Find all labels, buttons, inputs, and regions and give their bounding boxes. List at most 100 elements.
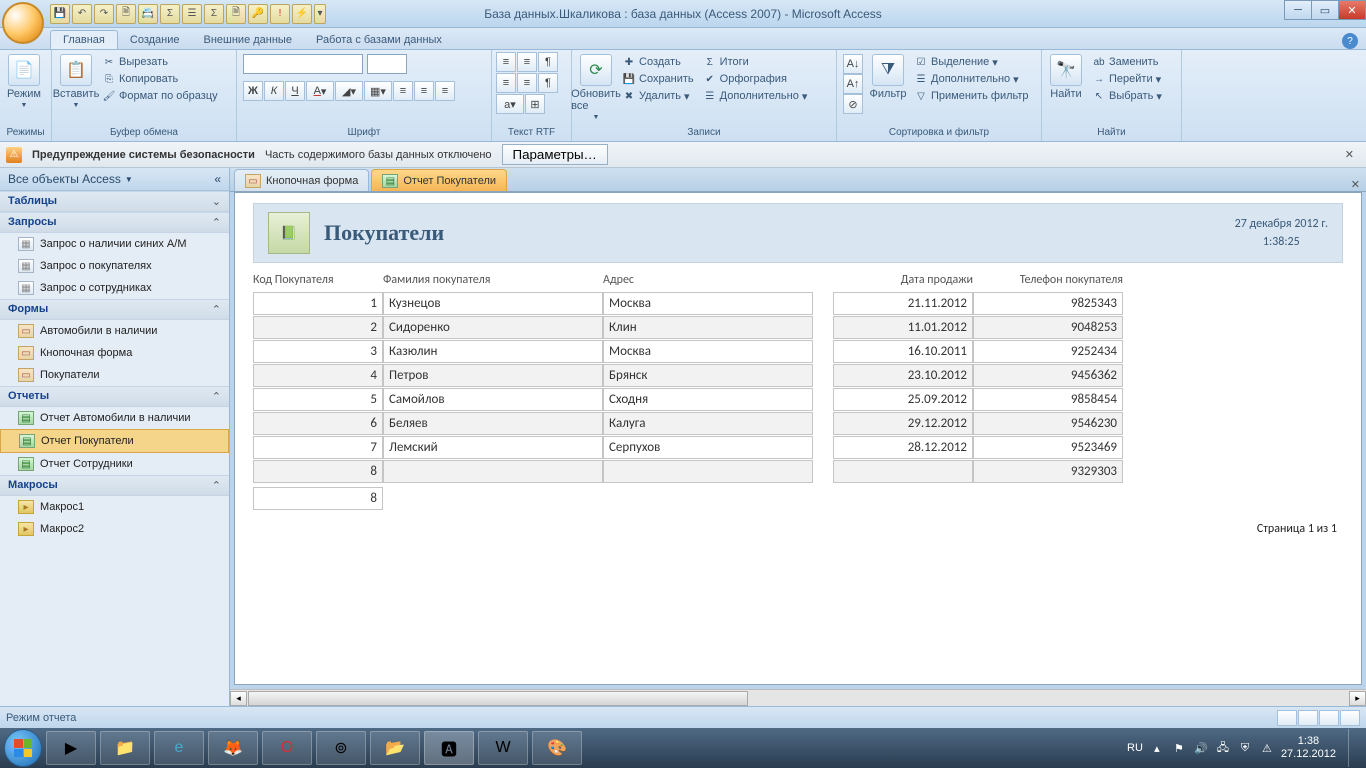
format-painter-button[interactable]: 🖌Формат по образцу [99, 88, 221, 104]
scroll-right-icon[interactable]: ▸ [1349, 691, 1366, 706]
horizontal-scrollbar[interactable]: ◂ ▸ [230, 689, 1366, 706]
minimize-button[interactable]: ─ [1284, 0, 1312, 20]
tray-flag-icon[interactable]: ⚑ [1171, 740, 1187, 756]
select-button[interactable]: ↖Выбрать ▾ [1089, 88, 1165, 104]
filter-button[interactable]: ⧩Фильтр [868, 52, 908, 102]
align-right-button[interactable]: ≡ [435, 81, 455, 101]
table-row[interactable]: 89329303 [253, 460, 1343, 483]
replace-button[interactable]: abЗаменить [1089, 54, 1165, 70]
security-options-button[interactable]: Параметры… [502, 144, 608, 165]
save-record-button[interactable]: 💾Сохранить [619, 71, 697, 87]
nav-group-tables[interactable]: Таблицы⌄ [0, 191, 229, 212]
italic-button[interactable]: К [264, 81, 284, 101]
qat-btn[interactable]: 📇 [138, 4, 158, 24]
refresh-all-button[interactable]: ⟳Обновить все▼ [576, 52, 616, 123]
taskbar-explorer[interactable]: 📂 [370, 731, 420, 765]
selection-filter-button[interactable]: ☑Выделение ▾ [911, 54, 1032, 70]
nav-item-report[interactable]: ▤Отчет Сотрудники [0, 453, 229, 475]
nav-group-forms[interactable]: Формы⌃ [0, 299, 229, 320]
tray-network-icon[interactable]: 🖧 [1215, 740, 1231, 756]
sort-desc-button[interactable]: A↑ [843, 74, 863, 94]
totals-button[interactable]: ΣИтоги [700, 54, 811, 70]
qat-undo-icon[interactable]: ↶ [72, 4, 92, 24]
taskbar-word[interactable]: W [478, 731, 528, 765]
nav-item-query[interactable]: ▦Запрос о наличии синих А/М [0, 233, 229, 255]
nav-item-form[interactable]: ▭Покупатели [0, 364, 229, 386]
taskbar-app[interactable]: ▶ [46, 731, 96, 765]
taskbar-ie[interactable]: e [154, 731, 204, 765]
tab-dbtools[interactable]: Работа с базами данных [304, 31, 454, 49]
nav-item-query[interactable]: ▦Запрос о покупателях [0, 255, 229, 277]
find-button[interactable]: 🔭Найти [1046, 52, 1086, 102]
close-tab-button[interactable]: ✕ [1351, 178, 1360, 191]
gridlines-button[interactable]: ▦▾ [364, 81, 392, 101]
taskbar-opera[interactable]: O [262, 731, 312, 765]
qat-btn[interactable]: 🔑 [248, 4, 268, 24]
qat-btn[interactable]: ☰ [182, 4, 202, 24]
nav-header[interactable]: Все объекты Access▼« [0, 168, 229, 191]
font-combo[interactable] [243, 54, 363, 74]
qat-btn[interactable]: 🗎 [116, 4, 136, 24]
table-row[interactable]: 6БеляевКалуга29.12.20129546230 [253, 412, 1343, 435]
qat-save-icon[interactable]: 💾 [50, 4, 70, 24]
table-row[interactable]: 7ЛемскийСерпухов28.12.20129523469 [253, 436, 1343, 459]
align-left-button[interactable]: ≡ [393, 81, 413, 101]
nav-item-macro[interactable]: ▸Макрос1 [0, 496, 229, 518]
collapse-nav-icon[interactable]: « [214, 172, 221, 186]
rtl-button[interactable]: ¶ [538, 73, 558, 93]
qat-sigma-icon[interactable]: Σ [204, 4, 224, 24]
clear-fmt-button[interactable]: ⊞ [525, 94, 545, 114]
scroll-thumb[interactable] [248, 691, 748, 706]
taskbar-app[interactable]: 📁 [100, 731, 150, 765]
highlight-button[interactable]: a▾ [496, 94, 524, 114]
bold-button[interactable]: Ж [243, 81, 263, 101]
tab-external[interactable]: Внешние данные [192, 31, 304, 49]
nav-item-form[interactable]: ▭Автомобили в наличии [0, 320, 229, 342]
indent-inc-button[interactable]: ≡ [517, 52, 537, 72]
qat-dropdown-icon[interactable]: ▾ [314, 4, 326, 24]
tab-create[interactable]: Создание [118, 31, 192, 49]
nav-group-reports[interactable]: Отчеты⌃ [0, 386, 229, 407]
nav-item-report[interactable]: ▤Отчет Автомобили в наличии [0, 407, 229, 429]
tray-shield-icon[interactable]: ⛨ [1237, 740, 1253, 756]
nav-item-report[interactable]: ▤Отчет Покупатели [0, 429, 229, 453]
underline-button[interactable]: Ч [285, 81, 305, 101]
font-color-button[interactable]: А▾ [306, 81, 334, 101]
view-print-button[interactable] [1298, 710, 1318, 726]
taskbar-paint[interactable]: 🎨 [532, 731, 582, 765]
font-size-combo[interactable] [367, 54, 407, 74]
view-report-button[interactable] [1277, 710, 1297, 726]
doc-tab-report[interactable]: ▤Отчет Покупатели [371, 169, 507, 191]
numbered-button[interactable]: ≡ [517, 73, 537, 93]
fill-color-button[interactable]: ◢▾ [335, 81, 363, 101]
scroll-left-icon[interactable]: ◂ [230, 691, 247, 706]
view-layout-button[interactable] [1319, 710, 1339, 726]
goto-button[interactable]: →Перейти ▾ [1089, 71, 1165, 87]
ltr-button[interactable]: ¶ [538, 52, 558, 72]
office-button[interactable] [2, 2, 44, 44]
tray-volume-icon[interactable]: 🔊 [1193, 740, 1209, 756]
start-button[interactable] [4, 729, 42, 767]
table-row[interactable]: 4ПетровБрянск23.10.20129456362 [253, 364, 1343, 387]
advanced-filter-button[interactable]: ☰Дополнительно ▾ [911, 71, 1032, 87]
table-row[interactable]: 3КазюлинМосква16.10.20119252434 [253, 340, 1343, 363]
tab-home[interactable]: Главная [50, 30, 118, 49]
qat-btn[interactable]: 🗎 [226, 4, 246, 24]
clear-sort-button[interactable]: ⊘ [843, 94, 863, 114]
qat-run-icon[interactable]: ⚡ [292, 4, 312, 24]
nav-group-queries[interactable]: Запросы⌃ [0, 212, 229, 233]
paste-button[interactable]: 📋Вставить▼ [56, 52, 96, 111]
taskbar-firefox[interactable]: 🦊 [208, 731, 258, 765]
nav-item-query[interactable]: ▦Запрос о сотрудниках [0, 277, 229, 299]
close-button[interactable]: ✕ [1338, 0, 1366, 20]
nav-item-macro[interactable]: ▸Макрос2 [0, 518, 229, 540]
table-row[interactable]: 2СидоренкоКлин11.01.20129048253 [253, 316, 1343, 339]
show-desktop-button[interactable] [1348, 729, 1358, 767]
qat-redo-icon[interactable]: ↷ [94, 4, 114, 24]
view-design-button[interactable] [1340, 710, 1360, 726]
delete-record-button[interactable]: ✖Удалить ▾ [619, 88, 697, 104]
qat-sigma-icon[interactable]: Σ [160, 4, 180, 24]
security-close-button[interactable]: ✕ [1339, 148, 1360, 161]
table-row[interactable]: 1КузнецовМосква21.11.20129825343 [253, 292, 1343, 315]
doc-tab-form[interactable]: ▭Кнопочная форма [234, 169, 369, 191]
